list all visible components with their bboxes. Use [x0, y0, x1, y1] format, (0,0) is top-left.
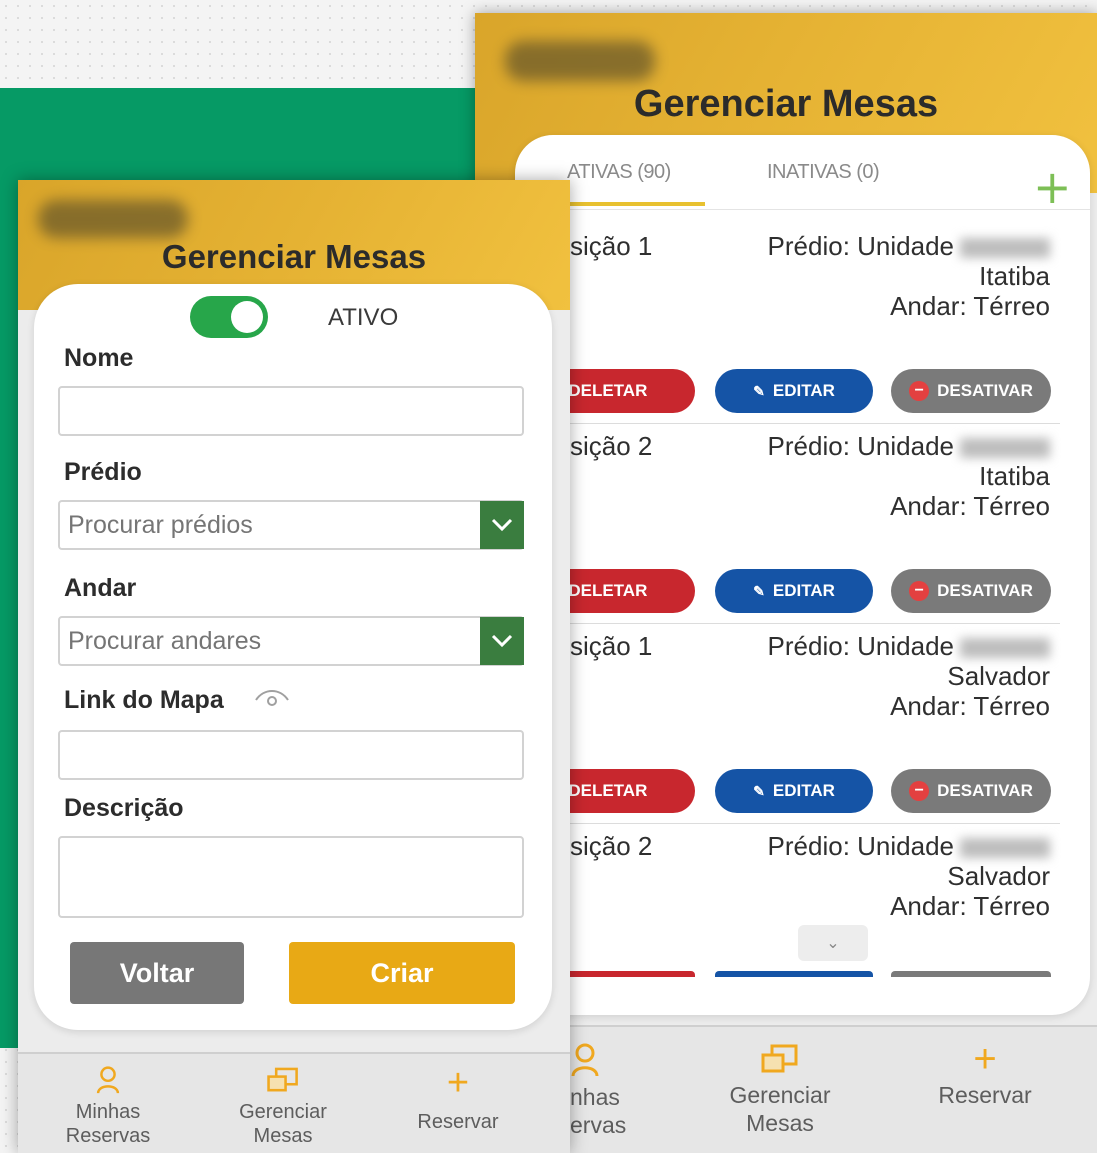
pencil-icon: ✎ [753, 782, 765, 799]
edit-button-partial[interactable] [715, 971, 873, 977]
edit-button[interactable]: ✎ EDITAR [715, 769, 873, 813]
plus-icon[interactable]: + [1033, 164, 1072, 210]
minus-circle-icon: − [909, 381, 930, 401]
city-text: Salvador [947, 861, 1050, 891]
nome-input[interactable] [58, 386, 524, 436]
link-mapa-input[interactable] [58, 730, 524, 780]
plus-icon: + [973, 1037, 997, 1081]
list-item: sição 1 Prédio: Unidade Itatiba Andar: T… [515, 219, 1090, 419]
mesas-list-card: ATIVAS (90) INATIVAS (0) + sição 1 Prédi… [515, 135, 1090, 1015]
list-item: sição 2 Prédio: Unidade Salvador Andar: … [515, 819, 1090, 1015]
city-text: Salvador [947, 661, 1050, 691]
deactivate-button-partial[interactable] [891, 971, 1051, 977]
building-text: Prédio: Unidade [767, 831, 954, 861]
floor-text: Andar: Térreo [890, 891, 1050, 921]
city-text: Itatiba [979, 461, 1050, 491]
deactivate-button[interactable]: − DESATIVAR [891, 369, 1051, 413]
location-info: Prédio: Unidade Itatiba Andar: Térreo [768, 231, 1050, 321]
nav-minhas-reservas[interactable]: Minhas Reservas [48, 1066, 168, 1148]
location-info: Prédio: Unidade Salvador Andar: Térreo [768, 631, 1050, 721]
blurred-text [960, 638, 1050, 659]
bottom-nav: Minhas Reservas Gerenciar Mesas + Reserv… [18, 1052, 570, 1153]
location-info: Prédio: Unidade Salvador Andar: Térreo [768, 831, 1050, 921]
minus-circle-icon: − [909, 781, 930, 801]
desk-icon [218, 1066, 348, 1100]
tab-inativas[interactable]: INATIVAS (0) [767, 161, 880, 184]
building-text: Prédio: Unidade [767, 431, 954, 461]
nav-gerenciar-mesas[interactable]: Gerenciar Mesas [715, 1043, 845, 1137]
pencil-icon: ✎ [753, 382, 765, 399]
blurred-logo [38, 200, 188, 238]
criar-button[interactable]: Criar [289, 942, 515, 1004]
edit-button[interactable]: ✎ EDITAR [715, 569, 873, 613]
building-text: Prédio: Unidade [767, 631, 954, 661]
edit-button[interactable]: ✎ EDITAR [715, 369, 873, 413]
floor-text: Andar: Térreo [890, 691, 1050, 721]
link-mapa-label: Link do Mapa [64, 686, 224, 714]
city-text: Itatiba [979, 261, 1050, 291]
position-name: sição 2 [570, 431, 653, 461]
minus-circle-icon: − [909, 581, 930, 601]
nav-reservar[interactable]: + Reservar [925, 1037, 1045, 1109]
eye-icon[interactable] [254, 686, 290, 710]
location-info: Prédio: Unidade Itatiba Andar: Térreo [768, 431, 1050, 521]
position-name: sição 1 [570, 631, 653, 661]
toggle-knob [231, 301, 263, 333]
toggle-label: ATIVO [328, 304, 399, 331]
tab-ativas[interactable]: ATIVAS (90) [567, 161, 671, 184]
list-item: sição 1 Prédio: Unidade Salvador Andar: … [515, 619, 1090, 819]
blurred-logo [505, 41, 655, 81]
chevron-down-icon[interactable] [480, 501, 524, 549]
voltar-button[interactable]: Voltar [70, 942, 244, 1004]
nav-gerenciar-mesas[interactable]: Gerenciar Mesas [218, 1066, 348, 1148]
form-screen: Gerenciar Mesas ATIVO Nome Prédio Andar … [18, 180, 570, 1153]
floor-text: Andar: Térreo [890, 291, 1050, 321]
deactivate-button[interactable]: − DESATIVAR [891, 769, 1051, 813]
position-name: sição 1 [570, 231, 653, 261]
blurred-text [960, 838, 1050, 859]
nome-label: Nome [64, 344, 134, 372]
andar-label: Andar [64, 574, 137, 602]
chevron-down-icon[interactable]: ⌄ [798, 925, 868, 961]
descricao-textarea[interactable] [58, 836, 524, 918]
blurred-text [960, 438, 1050, 459]
building-text: Prédio: Unidade [767, 231, 954, 261]
nav-reservar[interactable]: + Reservar [398, 1062, 518, 1134]
floor-text: Andar: Térreo [890, 491, 1050, 521]
andar-select[interactable] [58, 616, 524, 666]
predio-select[interactable] [58, 500, 524, 550]
pencil-icon: ✎ [753, 582, 765, 599]
plus-icon: + [446, 1062, 470, 1104]
active-toggle[interactable] [190, 296, 268, 338]
list-item: sição 2 Prédio: Unidade Itatiba Andar: T… [515, 419, 1090, 619]
page-title: Gerenciar Mesas [161, 238, 427, 275]
deactivate-button[interactable]: − DESATIVAR [891, 569, 1051, 613]
user-icon [48, 1066, 168, 1100]
descricao-label: Descrição [64, 794, 184, 822]
position-name: sição 2 [570, 831, 653, 861]
blurred-text [960, 238, 1050, 259]
tab-bar: ATIVAS (90) INATIVAS (0) + [515, 135, 1090, 210]
chevron-down-icon[interactable] [480, 617, 524, 665]
predio-label: Prédio [64, 458, 142, 486]
desk-icon [715, 1043, 845, 1081]
page-title: Gerenciar Mesas [633, 83, 939, 125]
